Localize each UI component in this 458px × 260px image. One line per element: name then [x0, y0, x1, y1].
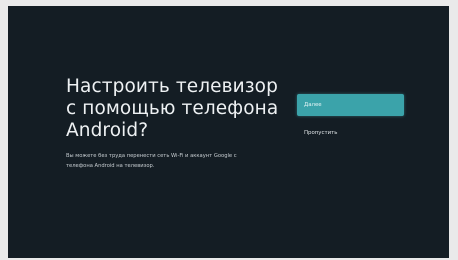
- description-line-1: Вы можете без труда перенести сеть Wi-Fi…: [66, 153, 237, 159]
- setup-screen: Настроить телевизор с помощью телефона A…: [8, 6, 449, 258]
- skip-button[interactable]: Пропустить: [304, 128, 337, 138]
- title-line-2: с помощью телефона: [66, 98, 279, 119]
- title-line-1: Настроить телевизор: [66, 76, 278, 97]
- page-title: Настроить телевизор с помощью телефона A…: [66, 76, 286, 142]
- page-description: Вы можете без труда перенести сеть Wi-Fi…: [66, 151, 276, 171]
- next-button[interactable]: Далее: [297, 94, 404, 116]
- title-line-3: Android?: [66, 120, 149, 141]
- description-line-2: телефона Android на телевизор.: [66, 163, 155, 169]
